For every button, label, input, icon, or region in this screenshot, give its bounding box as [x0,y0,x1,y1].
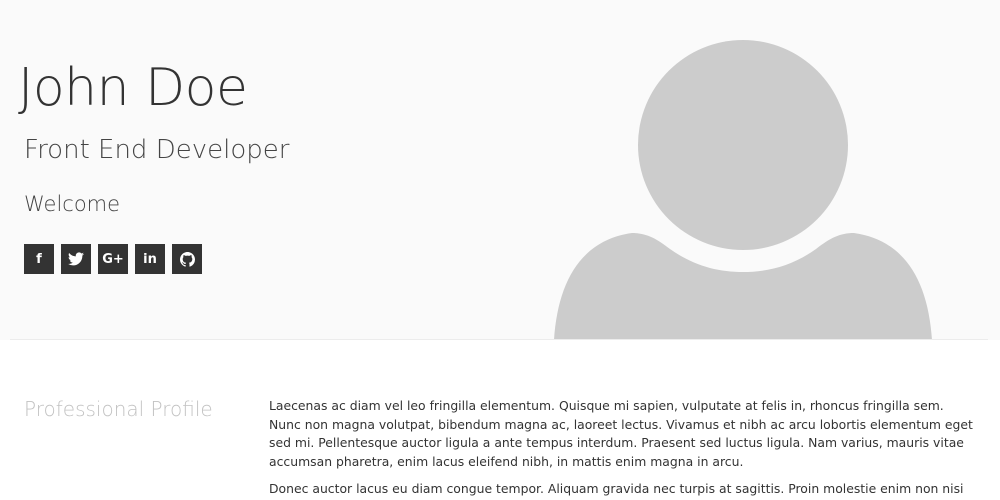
social-links: f G+ in [24,244,202,274]
twitter-icon [68,252,84,266]
profile-role: Front End Developer [24,135,290,165]
profile-description: Laecenas ac diam vel leo fringilla eleme… [269,397,974,500]
google-plus-icon: G+ [102,251,124,267]
welcome-text: Welcome [24,192,121,216]
facebook-button[interactable]: f [24,244,54,274]
profile-name: John Doe [18,58,248,118]
facebook-icon: f [36,251,42,267]
linkedin-icon: in [143,251,157,267]
github-icon [179,251,195,267]
avatar-head [638,40,848,250]
page: John Doe Front End Developer Welcome f G… [0,0,1000,500]
profile-header: John Doe Front End Developer Welcome f G… [0,0,1000,340]
linkedin-button[interactable]: in [135,244,165,274]
profile-paragraph: Donec auctor lacus eu diam congue tempor… [269,481,964,497]
avatar-placeholder [554,40,932,340]
section-title-professional-profile: Professional Profile [24,397,213,421]
twitter-button[interactable] [61,244,91,274]
github-button[interactable] [172,244,202,274]
profile-paragraph: Laecenas ac diam vel leo fringilla eleme… [269,398,973,469]
section-divider [10,339,988,340]
google-plus-button[interactable]: G+ [98,244,128,274]
